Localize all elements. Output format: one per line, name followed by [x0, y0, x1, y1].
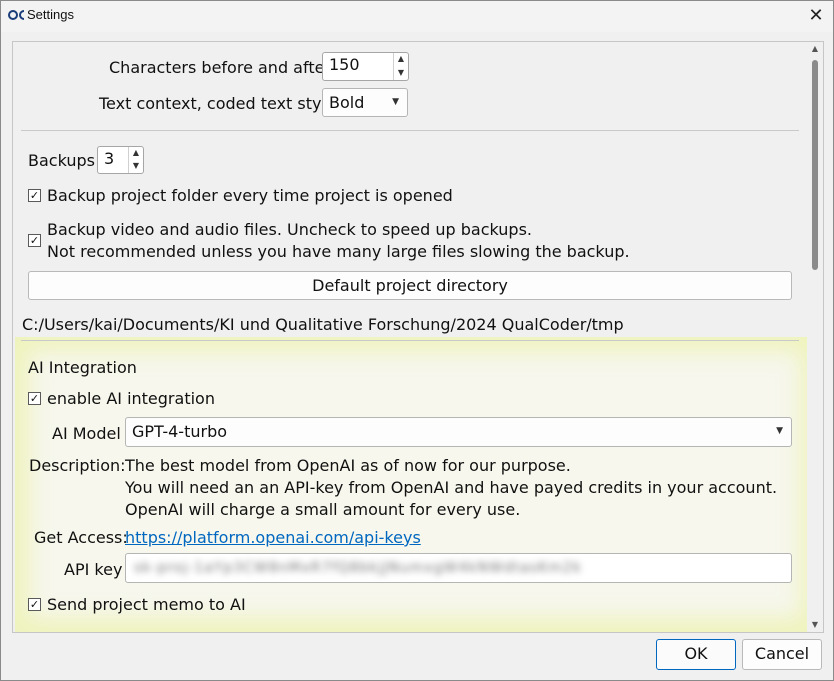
app-logo-icon: [8, 10, 25, 20]
scrollbar-thumb[interactable]: [812, 60, 818, 270]
get-access-label: Get Access:: [34, 528, 128, 547]
api-key-label: API key: [64, 560, 123, 579]
api-key-field[interactable]: sk-proj-1aYp3CW8nMxR7fQ8bkjJNumxgW4kNWdt…: [125, 553, 792, 583]
ai-heading: AI Integration: [28, 358, 137, 377]
default-project-directory-label: Default project directory: [312, 276, 508, 295]
description-line3: OpenAI will charge a small amount for ev…: [125, 500, 521, 519]
close-icon[interactable]: ✕: [800, 2, 832, 30]
description-label: Description:: [29, 456, 126, 475]
send-memo-checkbox[interactable]: ✓: [28, 598, 41, 611]
cancel-button[interactable]: Cancel: [742, 639, 822, 670]
chars-label: Characters before and after: [109, 58, 332, 77]
ai-model-label: AI Model: [52, 424, 121, 443]
vertical-scrollbar[interactable]: ▲ ▼: [807, 42, 823, 632]
style-label: Text context, coded text style: [99, 94, 336, 113]
spin-up-icon[interactable]: ▲: [129, 147, 143, 160]
send-memo-label: Send project memo to AI: [47, 595, 246, 614]
spin-down-icon[interactable]: ▼: [129, 160, 143, 173]
default-project-directory-button[interactable]: Default project directory: [28, 271, 792, 300]
backup-av-label-line1: Backup video and audio files. Uncheck to…: [47, 220, 532, 239]
backup-av-checkbox[interactable]: ✓: [28, 234, 41, 247]
scroll-up-icon[interactable]: ▲: [807, 42, 823, 56]
project-path: C:/Users/kai/Documents/KI und Qualitativ…: [22, 315, 624, 334]
chevron-down-icon: ▼: [392, 97, 399, 107]
settings-scroll-area[interactable]: Characters before and after 150 ▲ ▼ Text…: [12, 41, 824, 633]
scroll-down-icon[interactable]: ▼: [807, 618, 823, 632]
separator: [21, 130, 799, 131]
chars-value: 150: [329, 55, 360, 74]
chevron-down-icon: ▼: [776, 426, 783, 436]
api-keys-link[interactable]: https://platform.openai.com/api-keys: [125, 528, 421, 547]
style-combo[interactable]: Bold ▼: [322, 88, 408, 117]
backups-value: 3: [104, 149, 115, 168]
cancel-label: Cancel: [754, 644, 810, 663]
title-bar: Settings ✕: [0, 0, 834, 32]
backup-on-open-checkbox[interactable]: ✓: [28, 189, 41, 202]
ok-button[interactable]: OK: [656, 639, 736, 670]
enable-ai-label: enable AI integration: [47, 389, 215, 408]
window-title: Settings: [27, 7, 74, 22]
settings-content: Characters before and after 150 ▲ ▼ Text…: [13, 42, 815, 632]
enable-ai-checkbox[interactable]: ✓: [28, 392, 41, 405]
api-key-value: sk-proj-1aYp3CW8nMxR7fQ8bkjJNumxgW4kNWdt…: [134, 560, 582, 576]
backups-spinbox[interactable]: 3 ▲ ▼: [97, 146, 144, 174]
separator: [21, 340, 799, 341]
chars-spinbox[interactable]: 150 ▲ ▼: [322, 52, 409, 81]
ok-label: OK: [684, 644, 708, 663]
style-value: Bold: [329, 93, 365, 112]
backups-label: Backups: [28, 151, 95, 170]
description-line1: The best model from OpenAI as of now for…: [125, 456, 571, 475]
spin-up-icon[interactable]: ▲: [394, 53, 408, 67]
ai-model-value: GPT-4-turbo: [132, 422, 228, 441]
description-line2: You will need an an API-key from OpenAI …: [125, 478, 778, 497]
backup-av-label-line2: Not recommended unless you have many lar…: [47, 242, 630, 261]
backup-on-open-label: Backup project folder every time project…: [47, 186, 453, 205]
ai-model-combo[interactable]: GPT-4-turbo ▼: [125, 417, 792, 447]
spin-down-icon[interactable]: ▼: [394, 67, 408, 81]
